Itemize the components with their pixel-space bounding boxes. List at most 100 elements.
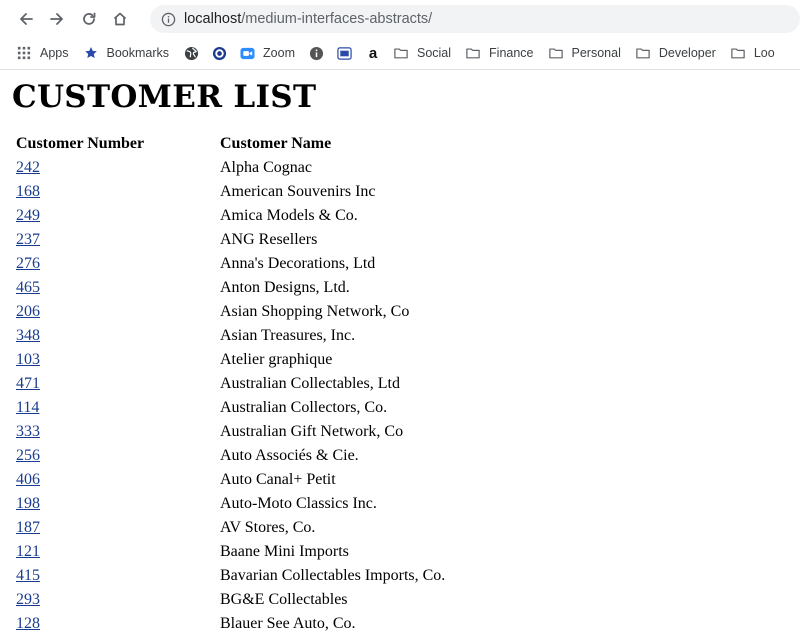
bookmark-developer-label: Developer xyxy=(658,46,716,60)
table-row: 114 Australian Collectors, Co. xyxy=(15,397,446,419)
bookmark-finance-label: Finance xyxy=(489,46,534,60)
customer-number-cell: 206 xyxy=(15,301,217,323)
info-icon[interactable] xyxy=(160,11,176,27)
customer-number-cell: 114 xyxy=(15,397,217,419)
bookmark-folder-personal[interactable]: Personal xyxy=(548,45,621,61)
arrow-right-icon xyxy=(50,13,64,25)
bookmark-globe[interactable] xyxy=(183,45,199,61)
table-row: 187 AV Stores, Co. xyxy=(15,517,446,539)
arrow-left-icon xyxy=(19,13,33,25)
customer-name-cell: BG&E Collectables xyxy=(220,591,348,608)
customer-number-link[interactable]: 206 xyxy=(16,303,40,320)
table-row: 237 ANG Resellers xyxy=(15,229,446,251)
table-row: 206 Asian Shopping Network, Co xyxy=(15,301,446,323)
badge-icon xyxy=(337,45,353,61)
info-circle-icon xyxy=(309,45,325,61)
customer-number-link[interactable]: 415 xyxy=(16,567,40,584)
reload-button[interactable] xyxy=(73,5,105,33)
table-row: 121 Baane Mini Imports xyxy=(15,541,446,563)
bookmark-social-label: Social xyxy=(416,46,452,60)
page-content: CUSTOMER LIST Customer Number Customer N… xyxy=(0,79,800,637)
bookmark-zoom[interactable]: Zoom xyxy=(239,45,295,61)
home-icon xyxy=(114,12,127,26)
customer-number-link[interactable]: 242 xyxy=(16,159,40,176)
customer-number-cell: 333 xyxy=(15,421,217,443)
url-text: localhost/medium-interfaces-abstracts/ xyxy=(184,11,432,27)
bookmark-personal-label: Personal xyxy=(571,46,621,60)
folder-icon xyxy=(393,45,409,61)
customer-number-link[interactable]: 187 xyxy=(16,519,40,536)
customer-name-cell: ANG Resellers xyxy=(220,231,318,248)
bookmark-info[interactable] xyxy=(309,45,325,61)
forward-button[interactable] xyxy=(42,5,74,33)
table-row: 465 Anton Designs, Ltd. xyxy=(15,277,446,299)
customer-name-cell: Australian Collectables, Ltd xyxy=(220,375,400,392)
table-row: 293 BG&E Collectables xyxy=(15,589,446,611)
customer-number-link[interactable]: 471 xyxy=(16,375,40,392)
customer-number-link[interactable]: 198 xyxy=(16,495,40,512)
reload-icon xyxy=(82,12,96,25)
customer-name-cell: Amica Models & Co. xyxy=(220,207,358,224)
bookmark-folder-finance[interactable]: Finance xyxy=(465,45,534,61)
address-bar[interactable]: localhost/medium-interfaces-abstracts/ xyxy=(150,5,800,33)
customer-number-cell: 293 xyxy=(15,589,217,611)
customer-number-link[interactable]: 406 xyxy=(16,471,40,488)
star-icon xyxy=(83,45,99,61)
bookmark-amazon[interactable]: a xyxy=(365,45,381,62)
customer-number-link[interactable]: 168 xyxy=(16,183,40,200)
customer-name-cell: Baane Mini Imports xyxy=(220,543,349,560)
bookmark-folder-social[interactable]: Social xyxy=(393,45,451,61)
customer-number-cell: 415 xyxy=(15,565,217,587)
customer-number-link[interactable]: 237 xyxy=(16,231,40,248)
customer-name-cell: Auto Canal+ Petit xyxy=(220,471,336,488)
circle-logo-icon xyxy=(211,45,227,61)
customer-number-cell: 465 xyxy=(15,277,217,299)
bookmark-circle-logo[interactable] xyxy=(211,45,227,61)
back-button[interactable] xyxy=(10,5,42,33)
customer-number-link[interactable]: 465 xyxy=(16,279,40,296)
customer-name-cell: Bavarian Collectables Imports, Co. xyxy=(220,567,446,584)
amazon-icon: a xyxy=(365,45,381,62)
folder-icon xyxy=(635,45,651,61)
bookmark-apps[interactable]: Apps xyxy=(16,45,69,61)
customer-name-cell: Alpha Cognac xyxy=(220,159,312,176)
home-button[interactable] xyxy=(105,5,137,33)
table-row: 348 Asian Treasures, Inc. xyxy=(15,325,446,347)
table-row: 415 Bavarian Collectables Imports, Co. xyxy=(15,565,446,587)
customer-number-link[interactable]: 128 xyxy=(16,615,40,632)
bookmark-bookmarks[interactable]: Bookmarks xyxy=(83,45,169,61)
table-row: 256 Auto Associés & Cie. xyxy=(15,445,446,467)
customer-number-cell: 128 xyxy=(15,613,217,635)
apps-grid-icon xyxy=(16,45,32,61)
customer-name-cell: AV Stores, Co. xyxy=(220,519,316,536)
customer-number-link[interactable]: 276 xyxy=(16,255,40,272)
table-row: 333 Australian Gift Network, Co xyxy=(15,421,446,443)
customer-number-cell: 348 xyxy=(15,325,217,347)
customer-number-link[interactable]: 103 xyxy=(16,351,40,368)
bookmark-zoom-label: Zoom xyxy=(263,46,295,60)
bookmark-badge[interactable] xyxy=(337,45,353,61)
url-path: /medium-interfaces-abstracts/ xyxy=(241,11,433,27)
customer-name-cell: Australian Gift Network, Co xyxy=(220,423,404,440)
table-row: 168 American Souvenirs Inc xyxy=(15,181,446,203)
customer-number-cell: 237 xyxy=(15,229,217,251)
page-title: CUSTOMER LIST xyxy=(12,79,317,115)
browser-toolbar: localhost/medium-interfaces-abstracts/ xyxy=(0,0,800,38)
bookmark-folder-developer[interactable]: Developer xyxy=(635,45,716,61)
customer-number-cell: 256 xyxy=(15,445,217,467)
customer-number-link[interactable]: 333 xyxy=(16,423,40,440)
customer-number-cell: 249 xyxy=(15,205,217,227)
customer-number-link[interactable]: 249 xyxy=(16,207,40,224)
customer-number-link[interactable]: 114 xyxy=(16,399,39,416)
customer-number-cell: 471 xyxy=(15,373,217,395)
customer-number-cell: 187 xyxy=(15,517,217,539)
table-row: 103 Atelier graphique xyxy=(15,349,446,371)
bookmark-folder-loo[interactable]: Loo xyxy=(730,45,775,61)
customer-number-link[interactable]: 348 xyxy=(16,327,40,344)
customer-number-link[interactable]: 121 xyxy=(16,543,40,560)
customer-number-link[interactable]: 256 xyxy=(16,447,40,464)
customer-number-cell: 406 xyxy=(15,469,217,491)
table-row: 406 Auto Canal+ Petit xyxy=(15,469,446,491)
customer-name-cell: Asian Shopping Network, Co xyxy=(220,303,410,320)
customer-number-cell: 276 xyxy=(15,253,217,275)
